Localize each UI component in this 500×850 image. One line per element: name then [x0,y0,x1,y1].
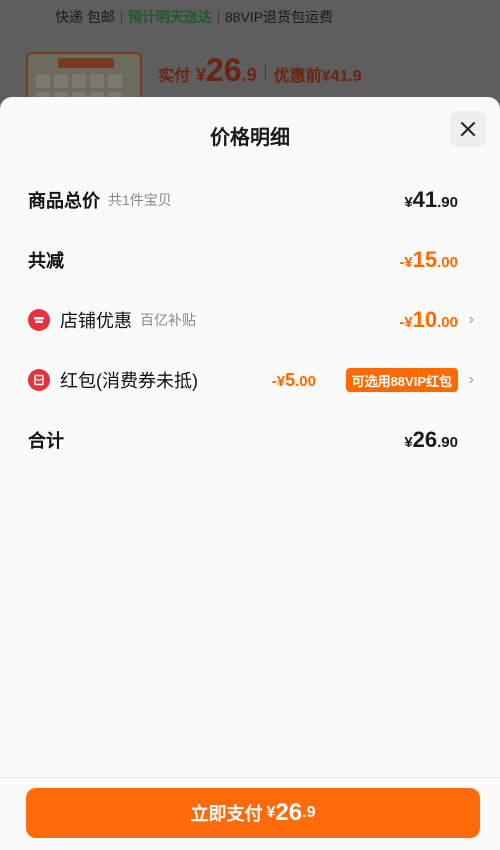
pay-int: 26 [275,799,303,826]
pay-now-button[interactable]: 立即支付 ¥ 26 .9 [26,788,480,838]
sum-amount: ¥26.90 [404,427,458,452]
row-total-reduction: 共减 -¥ 15.00 [28,245,472,275]
pay-dec: .9 [302,804,316,821]
row-goods-total: 商品总价 共1件宝贝 ¥41.90 [28,185,472,215]
shipping-info: 快递 包邮 预计明天送达 88VIP退货包运费 [55,6,333,28]
chevron-right-icon: › [468,311,474,328]
price-detail-sheet: 价格明细 商品总价 共1件宝贝 ¥41.90 共减 -¥ 15.00 店铺优惠 百… [0,97,500,850]
divider [0,38,500,39]
goods-total-amount: ¥41.90 [404,187,458,212]
red-packet-icon [28,369,50,391]
row-sum: 合计 ¥26.90 [28,425,472,455]
divider [0,777,500,778]
currency-symbol: ¥ [196,65,207,85]
row-sub: 共1件宝贝 [108,192,172,208]
reduction-amount: -¥ 15.00 [399,247,458,272]
close-icon [461,122,475,136]
red-packet-amount: -¥ 5.00 [271,369,316,390]
divider [217,11,219,23]
close-button[interactable] [450,111,486,147]
thumbnail-tag [58,58,114,68]
row-store-discount[interactable]: 店铺优惠 百亿补贴 -¥ 10.00 › [28,305,474,335]
sheet-title: 价格明细 [210,127,290,149]
before-label: 优惠前 [273,68,322,85]
store-discount-amount: -¥ 10.00 [399,307,458,332]
divider [264,65,266,79]
delivery-estimate: 预计明天送达 [127,9,212,25]
paid-label: 实付 [158,68,191,85]
row-label: 商品总价 [28,191,100,211]
row-label: 共减 [28,251,64,271]
row-red-packet[interactable]: 红包(消费券未抵) -¥ 5.00 可选用88VIP红包 › [28,365,474,395]
store-icon [28,309,50,331]
row-label: 红包(消费券未抵) [60,371,198,391]
row-label: 店铺优惠 [60,311,132,331]
row-label: 合计 [28,431,64,451]
divider [120,11,122,23]
vip-red-packet-badge[interactable]: 可选用88VIP红包 [345,368,458,392]
background-price: 实付 ¥ 26 .9 优惠前 ¥41.9 [158,52,362,92]
row-sub: 百亿补贴 [140,312,196,328]
return-shipping-info: 88VIP退货包运费 [224,9,334,25]
before-value: ¥41.9 [321,68,362,85]
pay-label: 立即支付 [190,804,263,824]
chevron-right-icon: › [468,371,474,388]
shipping-method: 快递 包邮 [55,9,115,25]
pay-currency: ¥ [266,804,276,821]
paid-dec: .9 [241,65,257,85]
paid-int: 26 [206,52,242,88]
